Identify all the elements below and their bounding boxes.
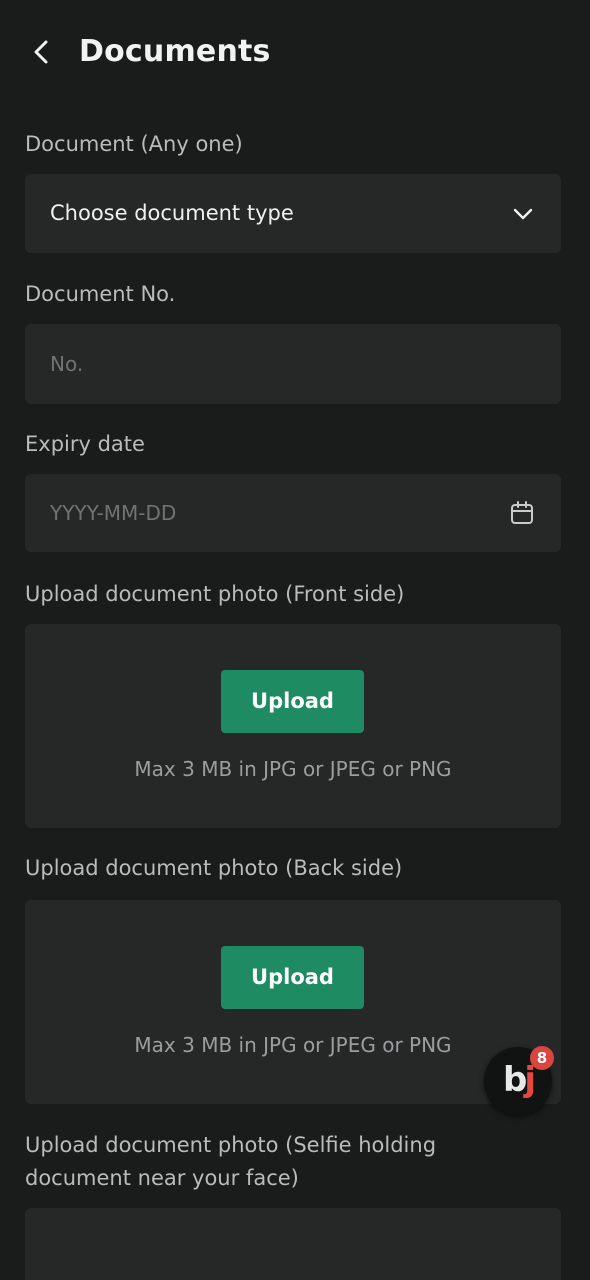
- expiry-date-field-box: [25, 474, 561, 552]
- chevron-left-icon: [34, 40, 48, 64]
- document-no-field-box: [25, 324, 561, 404]
- notification-count-badge: 8: [530, 1046, 554, 1070]
- upload-front-area[interactable]: Upload Max 3 MB in JPG or JPEG or PNG: [25, 624, 561, 828]
- upload-back-area[interactable]: Upload Max 3 MB in JPG or JPEG or PNG: [25, 900, 561, 1104]
- document-type-value: Choose document type: [50, 201, 294, 225]
- page-title: Documents: [79, 34, 271, 69]
- upload-back-hint: Max 3 MB in JPG or JPEG or PNG: [134, 1033, 452, 1057]
- header: Documents: [0, 0, 590, 104]
- upload-front-label: Upload document photo (Front side): [25, 582, 405, 606]
- calendar-icon[interactable]: [508, 499, 536, 527]
- upload-back-label: Upload document photo (Back side): [25, 856, 403, 880]
- chevron-down-icon: [513, 208, 533, 220]
- upload-front-button[interactable]: Upload: [221, 670, 364, 733]
- document-type-label: Document (Any one): [25, 132, 243, 156]
- document-no-label: Document No.: [25, 282, 176, 306]
- expiry-date-label: Expiry date: [25, 432, 145, 456]
- upload-back-button[interactable]: Upload: [221, 946, 364, 1009]
- document-no-input[interactable]: [25, 324, 561, 404]
- upload-selfie-area[interactable]: [25, 1208, 561, 1280]
- upload-selfie-label-line2: document near your face): [25, 1166, 299, 1190]
- back-button[interactable]: [22, 32, 62, 72]
- expiry-date-input[interactable]: [25, 474, 561, 552]
- upload-selfie-label-line1: Upload document photo (Selfie holding: [25, 1133, 437, 1157]
- upload-front-hint: Max 3 MB in JPG or JPEG or PNG: [134, 757, 452, 781]
- document-type-select[interactable]: Choose document type: [25, 174, 561, 253]
